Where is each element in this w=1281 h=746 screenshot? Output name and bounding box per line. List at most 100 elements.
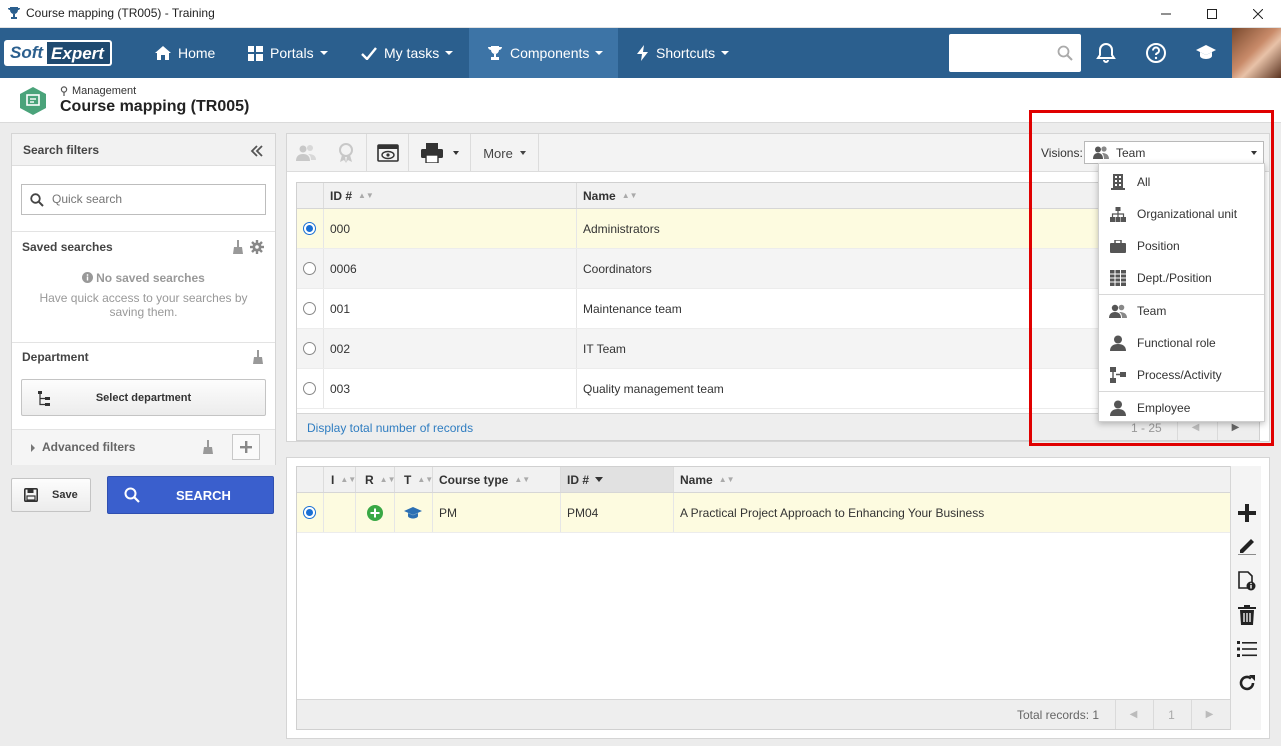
next-page-button[interactable]: ▶ (1191, 700, 1227, 729)
nav-portals-label: Portals (270, 45, 314, 61)
award-icon (338, 143, 353, 163)
collapse-double-chevron-icon[interactable] (250, 145, 264, 157)
map-pin-icon (60, 86, 68, 96)
no-saved-searches-title: No saved searches (96, 271, 205, 285)
search-button[interactable]: SEARCH (107, 476, 274, 514)
breadcrumb[interactable]: Management (60, 85, 136, 97)
nav-portals[interactable]: Portals (248, 28, 328, 78)
close-icon (1253, 9, 1263, 19)
chevron-down-icon (595, 51, 604, 55)
record-actions-toolbar (1230, 466, 1261, 730)
window-title: Course mapping (TR005) - Training (26, 6, 215, 20)
id-column-header[interactable]: ID # ▲▼ (324, 183, 577, 208)
nav-my-tasks-label: My tasks (384, 45, 440, 61)
user-avatar[interactable] (1232, 28, 1281, 78)
chevron-down-icon (445, 51, 454, 55)
save-button[interactable]: Save (11, 478, 91, 512)
close-window-button[interactable] (1235, 0, 1281, 28)
highlight-box (1029, 110, 1274, 446)
t-column-header[interactable]: T ▲▼ (395, 467, 433, 492)
sort-icon: ▲▼ (379, 474, 396, 484)
row-radio[interactable] (303, 382, 316, 395)
plus-icon (1238, 504, 1256, 522)
row-id: 0006 (324, 249, 577, 288)
search-icon (124, 487, 140, 503)
nav-my-tasks[interactable]: My tasks (361, 28, 454, 78)
sort-icon: ▲▼ (358, 190, 374, 200)
minimize-button[interactable] (1143, 0, 1189, 28)
row-radio[interactable] (303, 302, 316, 315)
refresh-button[interactable] (1236, 672, 1258, 694)
delete-button[interactable] (1236, 604, 1258, 626)
add-button[interactable] (1236, 502, 1258, 524)
trash-icon (1238, 605, 1256, 625)
broom-icon[interactable] (232, 240, 244, 254)
quick-search-input[interactable] (21, 184, 266, 215)
view-record-button[interactable] (367, 134, 409, 172)
softexpert-logo[interactable]: Soft Expert (4, 40, 112, 66)
global-search-input[interactable] (949, 34, 1081, 72)
id-column-header[interactable]: ID # (561, 467, 674, 492)
sort-desc-icon (595, 477, 604, 482)
users-icon (296, 145, 316, 161)
total-records: Total records: 1 (1017, 708, 1100, 722)
window-titlebar: Course mapping (TR005) - Training (0, 0, 1281, 28)
help-icon[interactable] (1145, 42, 1167, 64)
sort-icon: ▲▼ (514, 474, 531, 484)
team-members-button[interactable] (287, 134, 325, 172)
graduation-cap-icon[interactable] (1195, 42, 1217, 64)
trophy-icon (488, 46, 502, 60)
print-button[interactable] (409, 134, 471, 172)
maximize-icon (1207, 9, 1217, 19)
row-name: A Practical Project Approach to Enhancin… (680, 505, 985, 520)
award-button[interactable] (325, 134, 367, 172)
save-label: Save (52, 489, 78, 501)
select-column-header (297, 467, 324, 492)
document-info-icon (1238, 571, 1256, 591)
logo-expert: Expert (47, 40, 112, 66)
select-column-header (297, 183, 324, 208)
row-radio[interactable] (303, 262, 316, 275)
list-details-button[interactable] (1236, 638, 1258, 660)
broom-icon[interactable] (252, 350, 264, 364)
select-department-label: Select department (95, 391, 192, 404)
nav-home[interactable]: Home (155, 28, 215, 78)
quick-search-field[interactable] (50, 191, 250, 207)
more-button[interactable]: More (471, 134, 539, 172)
maximize-button[interactable] (1189, 0, 1235, 28)
prev-page-button[interactable]: ◀ (1115, 700, 1151, 729)
table-row[interactable]: PM PM04 A Practical Project Approach to … (297, 493, 1231, 533)
add-filter-button[interactable] (232, 434, 260, 460)
nav-components-label: Components (510, 45, 590, 61)
broom-icon[interactable] (202, 440, 214, 454)
bell-icon[interactable] (1095, 42, 1117, 64)
home-icon (155, 46, 171, 60)
chevron-down-icon (319, 51, 328, 55)
select-department-button[interactable]: Select department (21, 379, 266, 416)
document-info-button[interactable] (1236, 570, 1258, 592)
row-id: 000 (324, 209, 577, 248)
display-total-records-link[interactable]: Display total number of records (307, 421, 473, 435)
row-radio[interactable] (303, 342, 316, 355)
row-radio[interactable] (303, 222, 316, 235)
page-title: Course mapping (TR005) (60, 98, 250, 115)
nav-home-label: Home (178, 45, 216, 61)
nav-components[interactable]: Components (469, 28, 618, 78)
gear-icon[interactable] (250, 240, 264, 254)
advanced-filters-row[interactable]: Advanced filters (12, 429, 275, 465)
minimize-icon (1161, 13, 1171, 15)
edit-button[interactable] (1236, 535, 1258, 557)
r-column-header[interactable]: R ▲▼ (356, 467, 396, 492)
i-column-header[interactable]: I ▲▼ (324, 467, 356, 492)
course-type-column-header[interactable]: Course type ▲▼ (433, 467, 561, 492)
chevron-down-icon (519, 151, 526, 155)
search-filters-header: Search filters (12, 134, 275, 166)
row-radio[interactable] (303, 506, 316, 519)
nav-shortcuts[interactable]: Shortcuts (637, 28, 730, 78)
breadcrumb-label: Management (72, 85, 137, 97)
checkmark-icon (361, 46, 377, 60)
row-t-cell (395, 493, 433, 532)
no-saved-searches: No saved searches (12, 271, 275, 285)
name-column-header[interactable]: Name ▲▼ (674, 467, 1231, 492)
course-list-panel: I ▲▼ R ▲▼ T ▲▼ Course type ▲▼ ID # Name ▲▼ PM… (286, 457, 1270, 739)
